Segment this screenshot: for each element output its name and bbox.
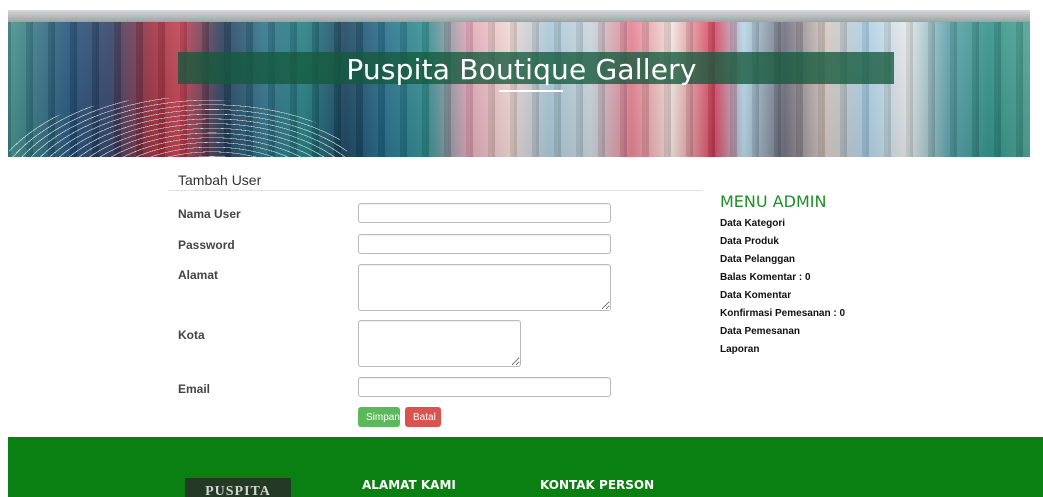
kota-textarea[interactable] [358,320,521,367]
menu-item-balas-komentar[interactable]: Balas Komentar : 0 [720,272,811,283]
label-email: Email [178,382,211,396]
email-input[interactable] [358,377,611,397]
footer-address-heading: ALAMAT KAMI [362,478,456,492]
menu-admin-title: MENU ADMIN [720,192,827,211]
password-input[interactable] [358,234,611,254]
title-underline [499,90,563,92]
footer-contact-heading: KONTAK PERSON [540,478,655,492]
footer [8,437,1043,497]
menu-item-data-pemesanan[interactable]: Data Pemesanan [720,326,800,337]
menu-item-data-produk[interactable]: Data Produk [720,236,779,247]
menu-item-data-pelanggan[interactable]: Data Pelanggan [720,254,795,265]
save-button[interactable]: Simpan [358,407,400,427]
site-title: Puspita Boutique Gallery [346,53,697,86]
cancel-button[interactable]: Batal [405,407,441,427]
nama-user-input[interactable] [358,203,611,223]
menu-item-data-komentar[interactable]: Data Komentar [720,290,791,301]
menu-item-laporan[interactable]: Laporan [720,344,759,355]
alamat-textarea[interactable] [358,264,611,311]
footer-logo: PUSPITA [185,478,291,497]
label-kota: Kota [178,328,205,342]
label-alamat: Alamat [178,268,219,282]
menu-item-konfirmasi-pemesanan[interactable]: Konfirmasi Pemesanan : 0 [720,308,845,319]
banner-rack-rod [8,10,1030,22]
menu-item-data-kategori[interactable]: Data Kategori [720,218,785,229]
form-heading: Tambah User [178,172,262,188]
label-password: Password [178,238,235,252]
label-nama-user: Nama User [178,207,241,221]
form-heading-divider [168,190,703,191]
